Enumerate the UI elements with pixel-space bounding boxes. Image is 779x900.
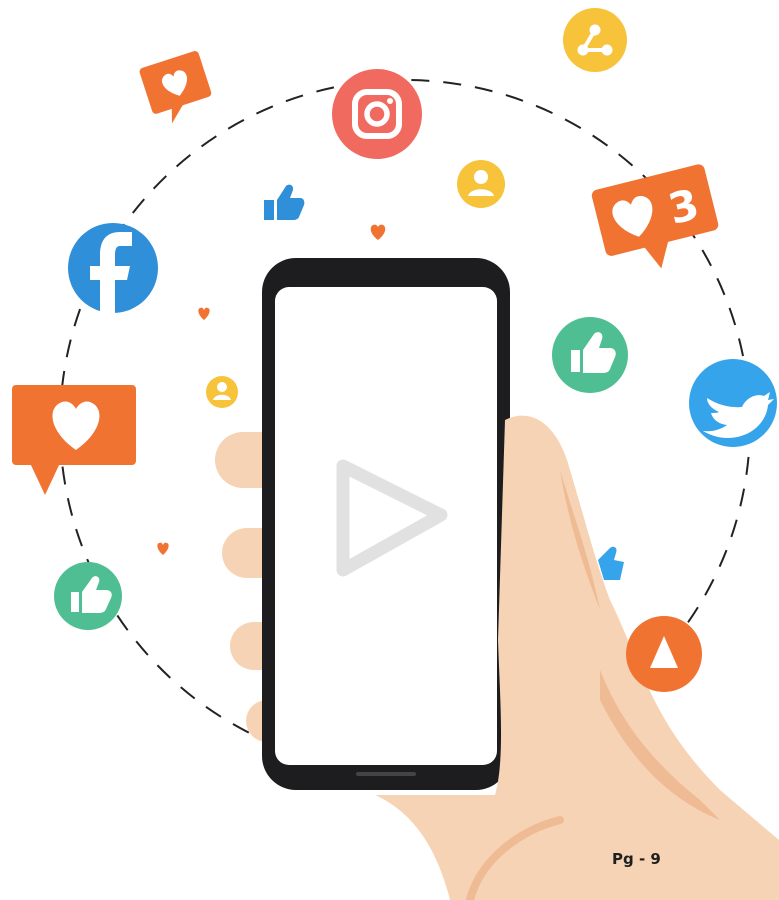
illustration-stage: 3 Pg - 9 xyxy=(0,0,779,900)
smartphone xyxy=(262,258,510,790)
page-number: Pg - 9 xyxy=(612,850,661,868)
heart-icon xyxy=(12,385,136,495)
notification-badge: 3 xyxy=(591,164,719,269)
play-icon xyxy=(626,616,702,692)
twitter-icon xyxy=(689,359,777,447)
heart-icon xyxy=(139,51,212,124)
thumbs-up-icon xyxy=(264,184,305,220)
thumbs-up-icon xyxy=(598,546,624,580)
instagram-icon xyxy=(332,69,422,159)
thumbs-up-icon xyxy=(552,317,628,393)
heart-icon xyxy=(157,542,169,555)
facebook-icon xyxy=(68,223,158,313)
heart-icon xyxy=(370,224,386,240)
social-media-illustration: 3 xyxy=(12,8,779,900)
user-icon xyxy=(206,376,238,408)
thumbs-up-icon xyxy=(54,562,122,630)
share-icon xyxy=(563,8,627,72)
heart-icon xyxy=(198,307,210,320)
user-icon xyxy=(457,160,505,208)
